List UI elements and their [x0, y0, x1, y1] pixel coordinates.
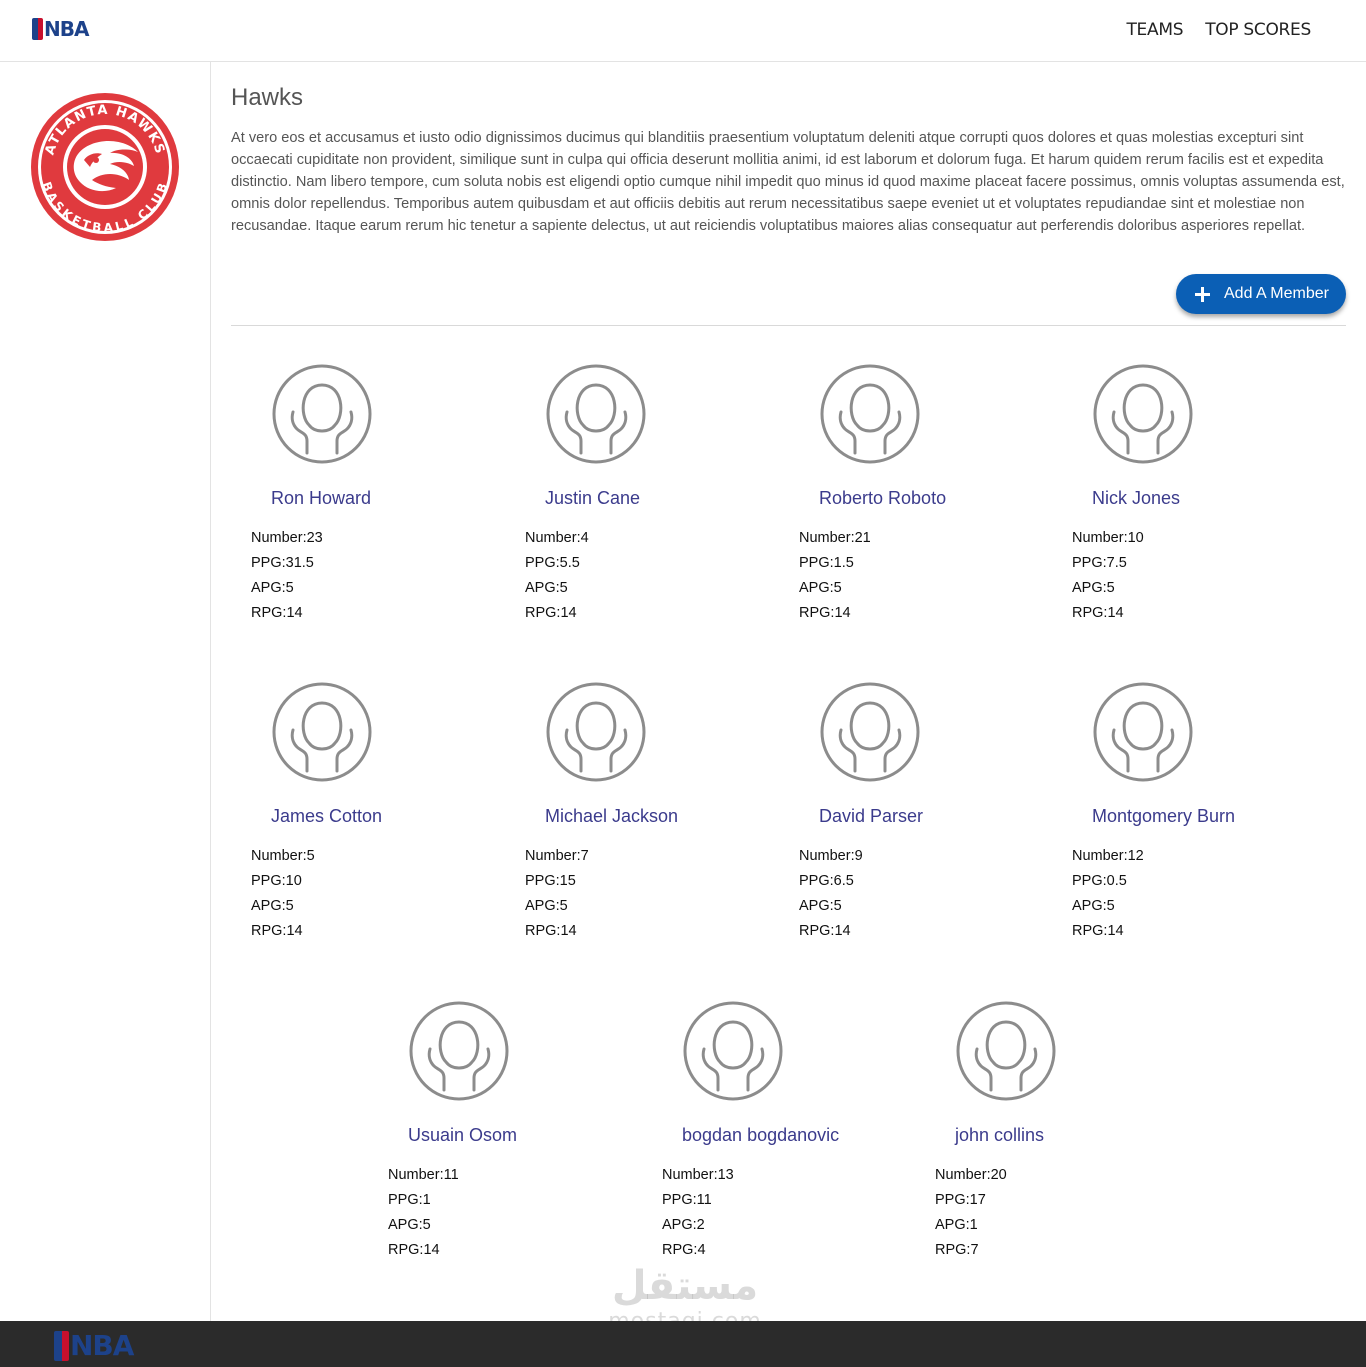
- player-ppg: PPG:6.5: [799, 873, 854, 889]
- plus-icon: [1195, 287, 1210, 302]
- avatar-icon: [683, 1001, 783, 1101]
- player-rpg: RPG:14: [1072, 605, 1124, 621]
- player-number: Number:5: [251, 848, 315, 864]
- player-ppg: PPG:17: [935, 1192, 986, 1208]
- player-apg: APG:5: [1072, 898, 1115, 914]
- player-apg: APG:1: [935, 1217, 978, 1233]
- player-number: Number:23: [251, 530, 323, 546]
- player-apg: APG:5: [251, 898, 294, 914]
- avatar-icon: [546, 682, 646, 782]
- player-name[interactable]: Usuain Osom: [408, 1125, 517, 1146]
- hawks-logo: ATLANTA HAWKS BASKETBALL CLUB: [31, 93, 179, 241]
- player-ppg: PPG:31.5: [251, 555, 314, 571]
- player-stats: Number:7 PPG:15 APG:5 RPG:14: [525, 847, 589, 947]
- player-stats: Number:10 PPG:7.5 APG:5 RPG:14: [1072, 529, 1144, 629]
- nba-logoman-icon: [54, 1331, 69, 1361]
- player-name[interactable]: Ron Howard: [271, 488, 371, 509]
- team-description: At vero eos et accusamus et iusto odio d…: [231, 130, 1345, 234]
- player-number: Number:10: [1072, 530, 1144, 546]
- player-stats: Number:11 PPG:1 APG:5 RPG:14: [388, 1166, 459, 1266]
- add-member-label: Add A Member: [1224, 285, 1329, 302]
- avatar-icon: [820, 682, 920, 782]
- player-ppg: PPG:10: [251, 873, 302, 889]
- player-name[interactable]: Roberto Roboto: [819, 488, 946, 509]
- player-number: Number:20: [935, 1167, 1007, 1183]
- player-name[interactable]: Montgomery Burn: [1092, 806, 1235, 827]
- player-ppg: PPG:1.5: [799, 555, 854, 571]
- nav-top-scores[interactable]: TOP SCORES: [1205, 20, 1311, 40]
- player-number: Number:11: [388, 1167, 459, 1183]
- add-member-button[interactable]: Add A Member: [1176, 274, 1346, 314]
- player-rpg: RPG:14: [799, 923, 851, 939]
- player-stats: Number:12 PPG:0.5 APG:5 RPG:14: [1072, 847, 1144, 947]
- avatar-icon: [820, 364, 920, 464]
- avatar-icon: [956, 1001, 1056, 1101]
- player-ppg: PPG:11: [662, 1192, 712, 1208]
- player-apg: APG:5: [525, 898, 568, 914]
- player-apg: APG:5: [251, 580, 294, 596]
- player-number: Number:4: [525, 530, 589, 546]
- player-number: Number:21: [799, 530, 871, 546]
- player-rpg: RPG:14: [251, 605, 303, 621]
- player-apg: APG:5: [525, 580, 568, 596]
- nba-logoman-icon: [32, 18, 43, 40]
- player-stats: Number:13 PPG:11 APG:2 RPG:4: [662, 1166, 734, 1266]
- player-name[interactable]: David Parser: [819, 806, 923, 827]
- player-number: Number:12: [1072, 848, 1144, 864]
- player-apg: APG:2: [662, 1217, 705, 1233]
- player-number: Number:13: [662, 1167, 734, 1183]
- player-apg: APG:5: [1072, 580, 1115, 596]
- player-ppg: PPG:0.5: [1072, 873, 1127, 889]
- player-rpg: RPG:7: [935, 1242, 979, 1258]
- player-apg: APG:5: [388, 1217, 431, 1233]
- player-stats: Number:21 PPG:1.5 APG:5 RPG:14: [799, 529, 871, 629]
- player-stats: Number:20 PPG:17 APG:1 RPG:7: [935, 1166, 1007, 1266]
- player-ppg: PPG:5.5: [525, 555, 580, 571]
- player-name[interactable]: Justin Cane: [545, 488, 640, 509]
- nba-logo-text: NBA: [70, 1329, 134, 1362]
- player-ppg: PPG:15: [525, 873, 576, 889]
- player-name[interactable]: Nick Jones: [1092, 488, 1180, 509]
- sidebar: ATLANTA HAWKS BASKETBALL CLUB: [0, 62, 211, 1321]
- player-rpg: RPG:14: [1072, 923, 1124, 939]
- nba-logo-text: NBA: [44, 17, 89, 41]
- player-number: Number:7: [525, 848, 589, 864]
- player-rpg: RPG:14: [251, 923, 303, 939]
- main-nav: TEAMS TOP SCORES: [1126, 20, 1311, 40]
- top-navbar: NBA TEAMS TOP SCORES: [0, 0, 1366, 62]
- player-ppg: PPG:7.5: [1072, 555, 1127, 571]
- avatar-icon: [1093, 364, 1193, 464]
- player-ppg: PPG:1: [388, 1192, 431, 1208]
- avatar-icon: [546, 364, 646, 464]
- player-rpg: RPG:14: [388, 1242, 440, 1258]
- player-name[interactable]: bogdan bogdanovic: [682, 1125, 839, 1146]
- player-apg: APG:5: [799, 898, 842, 914]
- footer: NBA: [0, 1321, 1366, 1367]
- footer-nba-logo[interactable]: NBA: [54, 1329, 134, 1362]
- player-stats: Number:9 PPG:6.5 APG:5 RPG:14: [799, 847, 863, 947]
- divider: [231, 325, 1346, 326]
- nav-teams[interactable]: TEAMS: [1126, 20, 1183, 40]
- player-name[interactable]: James Cotton: [271, 806, 382, 827]
- avatar-icon: [272, 364, 372, 464]
- player-name[interactable]: john collins: [955, 1125, 1044, 1146]
- nba-logo[interactable]: NBA: [32, 17, 89, 41]
- player-name[interactable]: Michael Jackson: [545, 806, 678, 827]
- avatar-icon: [272, 682, 372, 782]
- avatar-icon: [409, 1001, 509, 1101]
- player-rpg: RPG:14: [525, 923, 577, 939]
- avatar-icon: [1093, 682, 1193, 782]
- player-number: Number:9: [799, 848, 863, 864]
- player-stats: Number:23 PPG:31.5 APG:5 RPG:14: [251, 529, 323, 629]
- player-stats: Number:4 PPG:5.5 APG:5 RPG:14: [525, 529, 589, 629]
- player-stats: Number:5 PPG:10 APG:5 RPG:14: [251, 847, 315, 947]
- player-rpg: RPG:14: [799, 605, 851, 621]
- team-title: Hawks: [231, 84, 304, 111]
- player-apg: APG:5: [799, 580, 842, 596]
- player-rpg: RPG:14: [525, 605, 577, 621]
